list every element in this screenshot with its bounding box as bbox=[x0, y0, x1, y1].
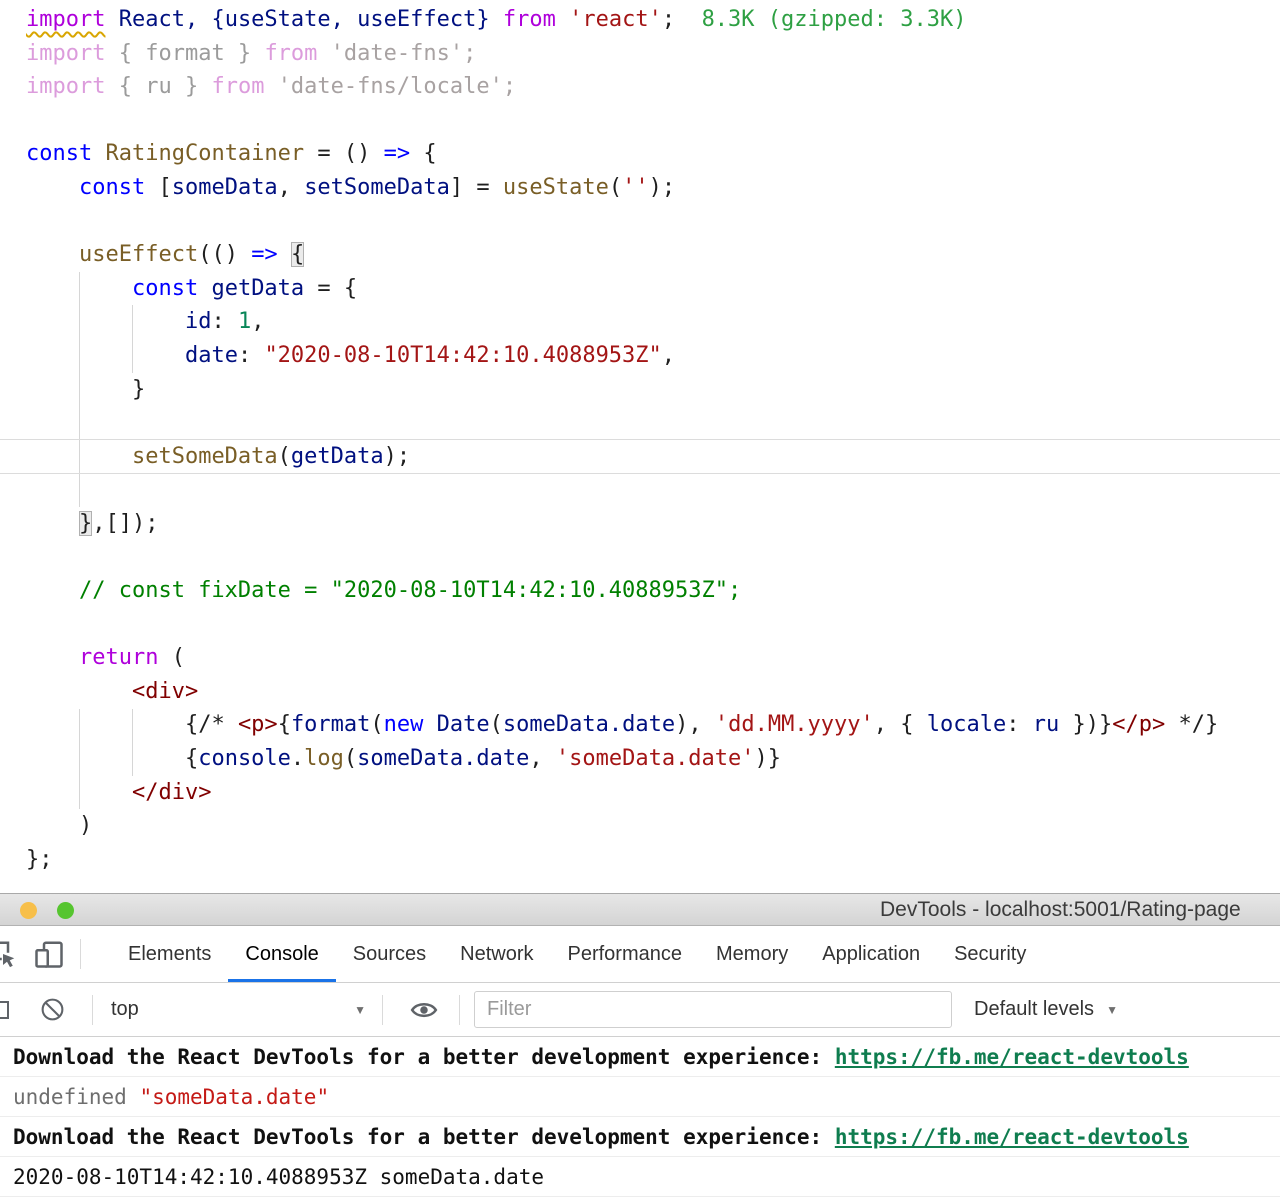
device-toolbar-icon[interactable] bbox=[34, 939, 64, 969]
code-line: import React, {useState, useEffect} from… bbox=[26, 7, 967, 32]
tab-console[interactable]: Console bbox=[228, 926, 335, 982]
log-levels-dropdown[interactable]: Default levels ▼ bbox=[974, 998, 1118, 1021]
clear-console-icon[interactable] bbox=[39, 996, 66, 1023]
separator bbox=[80, 939, 81, 969]
minimize-button[interactable] bbox=[20, 902, 37, 919]
tab-elements[interactable]: Elements bbox=[111, 926, 228, 982]
code-line: },[]); bbox=[78, 510, 159, 536]
code-line: } bbox=[26, 376, 146, 402]
code-line: {console.log(someData.date, 'someData.da… bbox=[184, 746, 782, 772]
eye-icon[interactable] bbox=[409, 995, 439, 1025]
code-line: {/* <p>{format(new Date(someData.date), … bbox=[184, 712, 1219, 738]
tab-strip: Elements Console Sources Network Performance… bbox=[111, 926, 1043, 982]
console-link[interactable]: https://fb.me/react-devtools bbox=[835, 1125, 1189, 1149]
tab-sources[interactable]: Sources bbox=[336, 926, 443, 982]
code-line: return ( bbox=[78, 645, 185, 671]
editor-code[interactable]: import React, {useState, useEffect} from… bbox=[0, 0, 1280, 893]
javascript-context-dropdown[interactable]: top ▼ bbox=[111, 998, 366, 1021]
code-line: import { format } from 'date-fns'; bbox=[26, 40, 477, 66]
tab-network[interactable]: Network bbox=[443, 926, 550, 982]
filter-input[interactable] bbox=[474, 991, 952, 1028]
indent-guide bbox=[78, 708, 80, 810]
tab-memory[interactable]: Memory bbox=[699, 926, 805, 982]
code-line: import { ru } from 'date-fns/locale'; bbox=[26, 74, 517, 100]
code-line: date: "2020-08-10T14:42:10.4088953Z", bbox=[184, 342, 676, 368]
current-line-highlight bbox=[0, 438, 1280, 475]
indent-guide bbox=[131, 305, 133, 373]
tab-security[interactable]: Security bbox=[937, 926, 1043, 982]
console-message: Download the React DevTools for a better… bbox=[0, 1117, 1280, 1157]
code-line: const [someData, setSomeData] = useState… bbox=[78, 174, 676, 200]
console-message: Download the React DevTools for a better… bbox=[0, 1037, 1280, 1077]
tab-application[interactable]: Application bbox=[805, 926, 937, 982]
chevron-down-icon: ▼ bbox=[354, 1002, 366, 1017]
devtools-tabbar: Elements Console Sources Network Performance… bbox=[0, 926, 1280, 983]
console-toolbar: top ▼ Default levels ▼ bbox=[0, 983, 1280, 1037]
window-title: DevTools - localhost:5001/Rating-page bbox=[880, 898, 1241, 921]
separator bbox=[92, 994, 93, 1025]
console-text: undefined bbox=[13, 1084, 140, 1109]
console-link[interactable]: https://fb.me/react-devtools bbox=[835, 1045, 1189, 1069]
code-line: const RatingContainer = () => { bbox=[26, 141, 437, 167]
console-message: undefined "someData.date" bbox=[0, 1077, 1280, 1117]
console-text: "someData.date" bbox=[139, 1084, 330, 1109]
code-line: useEffect(() => { bbox=[78, 242, 305, 268]
code-line: </div> bbox=[131, 779, 212, 805]
code-line: const getData = { bbox=[131, 275, 358, 301]
code-line: <div> bbox=[131, 678, 199, 704]
console-text: Download the React DevTools for a better… bbox=[13, 1124, 835, 1149]
code-line: }; bbox=[26, 846, 53, 872]
tab-performance[interactable]: Performance bbox=[551, 926, 700, 982]
inspect-element-icon[interactable] bbox=[0, 939, 18, 969]
indent-guide bbox=[131, 708, 133, 776]
separator bbox=[459, 994, 460, 1025]
code-line: // const fixDate = "2020-08-10T14:42:10.… bbox=[78, 578, 742, 604]
code-line: ) bbox=[26, 813, 93, 839]
context-label: top bbox=[111, 998, 139, 1020]
separator bbox=[382, 994, 383, 1025]
code-line: id: 1, bbox=[184, 309, 265, 335]
devtools-titlebar[interactable]: DevTools - localhost:5001/Rating-page bbox=[0, 893, 1280, 926]
fullscreen-button[interactable] bbox=[57, 902, 74, 919]
log-levels-label: Default levels bbox=[974, 998, 1095, 1020]
console-text: 2020-08-10T14:42:10.4088953Z someData.da… bbox=[13, 1164, 545, 1189]
console-sidebar-icon[interactable] bbox=[0, 1000, 9, 1019]
console-message: 2020-08-10T14:42:10.4088953Z someData.da… bbox=[0, 1157, 1280, 1197]
console-messages: Download the React DevTools for a better… bbox=[0, 1037, 1280, 1197]
chevron-down-icon: ▼ bbox=[1106, 1002, 1118, 1017]
devtools-window: DevTools - localhost:5001/Rating-page El… bbox=[0, 893, 1280, 1197]
console-text: Download the React DevTools for a better… bbox=[13, 1044, 835, 1069]
